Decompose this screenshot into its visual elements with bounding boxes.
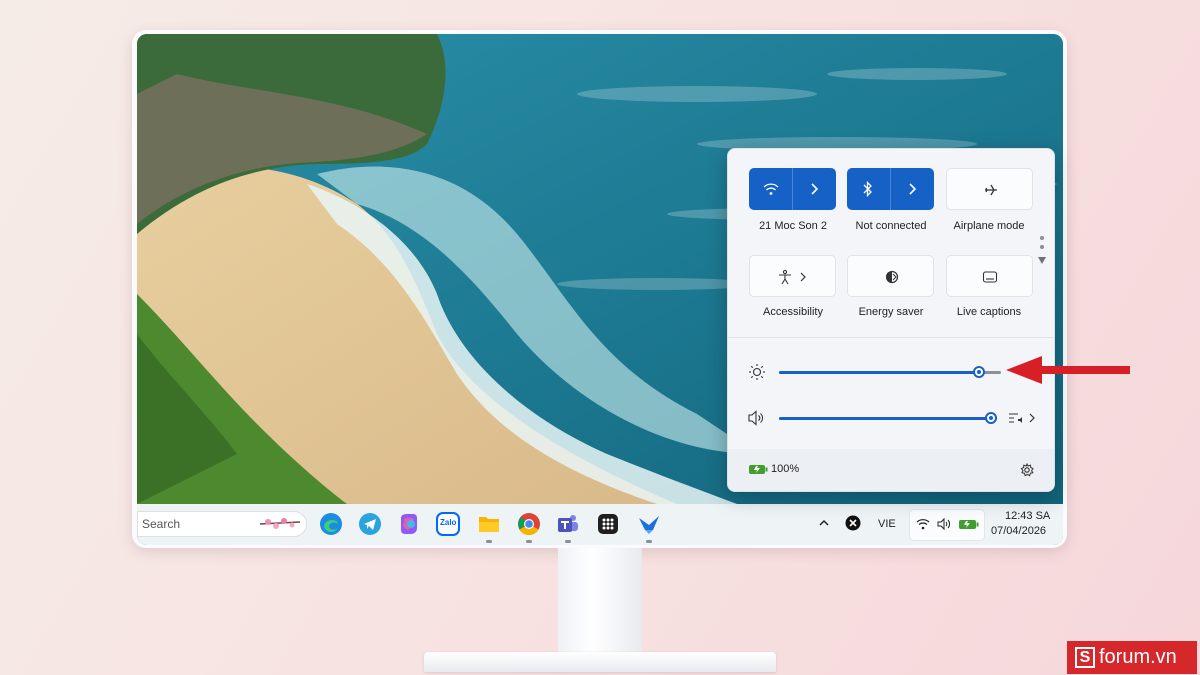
page-indicator[interactable] [1038,234,1046,268]
chevron-up-icon[interactable] [817,516,831,530]
quick-settings-footer: 100% [728,449,1054,491]
brightness-slider-fill [779,371,979,374]
annotation-arrow-icon [1006,356,1130,384]
clock-time[interactable]: 12:43 SA [1005,510,1050,522]
bluesky-icon[interactable] [637,512,661,536]
energy-saver-tile[interactable] [847,255,934,297]
airplane-tile-label: Airplane mode [953,220,1025,232]
clock-date[interactable]: 07/04/2026 [991,525,1046,537]
brightness-icon [749,364,765,380]
monitor-stand-base [424,652,776,672]
sforum-logo-letter: S [1075,647,1095,668]
wifi-icon [916,519,930,530]
chrome-icon[interactable] [517,512,541,536]
bluetooth-tile-label: Not connected [855,220,927,232]
volume-slider-thumb[interactable] [985,412,997,424]
quick-settings-panel: 21 Moc Son 2 Not connected Airplane mode… [727,148,1055,492]
panel-divider [728,337,1054,338]
accessibility-icon [779,269,791,285]
battery-icon [959,520,979,529]
volume-slider[interactable] [779,409,997,427]
chevron-right-icon[interactable] [907,182,917,196]
battery-icon [749,465,768,474]
bluesky-running-indicator [646,540,652,543]
zalo-icon-text: Zalo [440,518,457,527]
wifi-icon [763,183,779,195]
volume-slider-fill [779,417,997,420]
app-grid-icon[interactable] [596,512,620,536]
tile-divider [792,168,793,210]
wifi-tile-label: 21 Moc Son 2 [759,220,827,232]
file-explorer-running-indicator [486,540,492,543]
volume-icon [937,518,950,530]
system-tray-status-group[interactable] [909,509,985,541]
tile-divider [890,168,891,210]
energy-saver-icon [885,270,899,284]
telegram-icon[interactable] [358,512,382,536]
teams-running-indicator [565,540,571,543]
live-captions-icon [982,271,998,283]
teams-icon[interactable] [556,512,580,536]
capcut-icon[interactable] [845,515,861,531]
search-placeholder: Search [142,517,181,531]
language-indicator[interactable]: VIE [878,518,896,530]
airplane-icon [985,184,997,196]
airplane-mode-tile[interactable] [946,168,1033,210]
bluetooth-toggle-tile[interactable] [847,168,934,210]
wifi-toggle-tile[interactable] [749,168,836,210]
sforum-watermark: S forum.vn [1067,641,1197,674]
energy-saver-tile-label: Energy saver [858,306,924,318]
accessibility-tile[interactable] [749,255,836,297]
chrome-running-indicator [526,540,532,543]
battery-percentage[interactable]: 100% [771,463,799,475]
file-explorer-icon[interactable] [477,512,501,536]
brightness-slider[interactable] [779,363,1001,381]
chevron-right-icon[interactable] [809,182,819,196]
edge-icon[interactable] [319,512,343,536]
bluetooth-icon [863,181,872,197]
brightness-slider-thumb[interactable] [973,366,985,378]
live-captions-tile[interactable] [946,255,1033,297]
settings-gear-icon[interactable] [1020,463,1034,477]
search-box[interactable]: Search [137,511,307,537]
accessibility-tile-label: Accessibility [763,306,823,318]
copilot-icon[interactable] [397,512,421,536]
zalo-icon[interactable]: Zalo [436,512,460,536]
sound-output-icon[interactable] [1008,410,1036,426]
live-captions-tile-label: Live captions [956,306,1022,318]
blossom-decoration-icon [259,518,301,529]
volume-icon[interactable] [748,410,766,426]
chevron-right-icon[interactable] [799,271,807,283]
monitor-stand-neck [558,548,642,660]
taskbar: Search Zalo VIE 12:43 SA 07/04/2026 [137,504,1063,545]
sforum-logo-text: forum.vn [1099,646,1177,668]
